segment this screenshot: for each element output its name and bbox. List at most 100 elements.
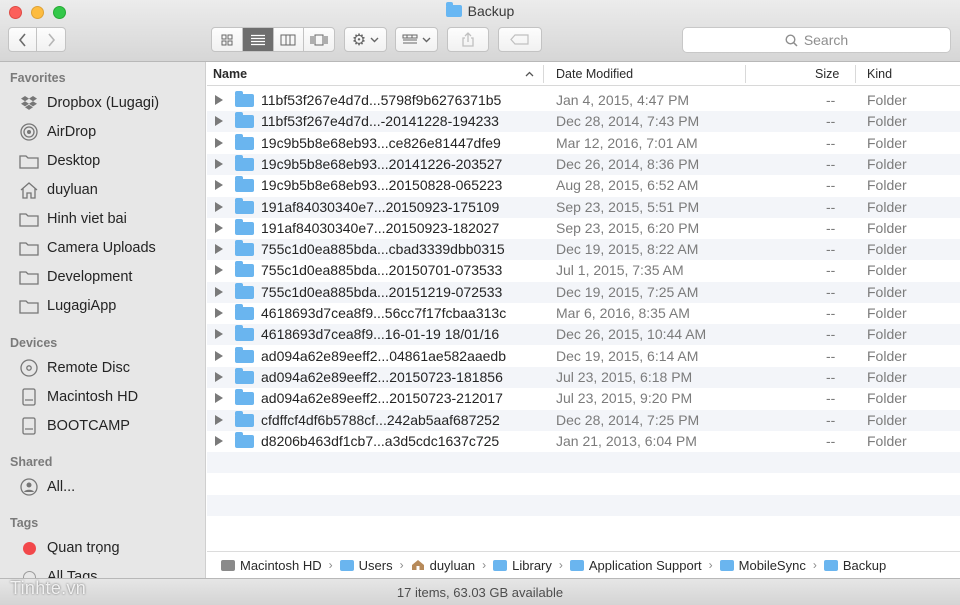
file-kind: Folder [867,113,907,130]
file-row[interactable]: cfdffcf4df6b5788cf...242ab5aaf687252 Dec … [207,409,960,431]
disclosure-triangle-icon[interactable] [215,350,223,361]
home-icon [411,560,424,570]
sidebar-item-development[interactable]: Development [19,266,132,288]
folder-icon [235,133,254,150]
disclosure-triangle-icon[interactable] [215,371,223,382]
path-item-macintosh-hd[interactable]: Macintosh HD [221,558,322,573]
file-row[interactable]: 19c9b5b8e68eb93...ce826e81447dfe9 Mar 12,… [207,133,960,154]
icon-view-button[interactable] [212,28,243,51]
sidebar-item-duyluan[interactable]: duyluan [19,179,98,201]
file-row[interactable]: 755c1d0ea885bda...cbad3339dbb0315 Dec 19,… [207,239,960,261]
path-item-users[interactable]: Users [339,558,393,573]
column-header-name[interactable]: Name [213,62,247,86]
tag-button[interactable] [498,27,542,52]
disclosure-triangle-icon[interactable] [215,414,223,425]
path-item-mobilesync[interactable]: MobileSync [719,558,806,573]
chevron-right-icon [48,32,56,47]
hard-drive-icon [19,387,39,407]
file-row[interactable]: 19c9b5b8e68eb93...20150828-065223 Aug 28,… [207,175,960,196]
sidebar-item-macintosh-hd[interactable]: Macintosh HD [19,386,138,408]
disclosure-triangle-icon[interactable] [215,116,223,127]
file-size: -- [826,283,836,300]
file-row[interactable]: 191af84030340e7...20150923-182027 Sep 23,… [207,218,960,239]
disclosure-triangle-icon[interactable] [215,244,223,255]
file-row[interactable]: ad094a62e89eeff2...04861ae582aaedb Dec 19… [207,346,960,367]
disclosure-triangle-icon[interactable] [215,158,223,169]
sidebar-item-camera-uploads[interactable]: Camera Uploads [19,237,156,259]
disclosure-triangle-icon[interactable] [215,222,223,233]
file-kind: Folder [867,283,907,300]
disclosure-triangle-icon[interactable] [215,95,223,105]
file-row[interactable]: 755c1d0ea885bda...20151219-072533 Dec 19,… [207,281,960,303]
disclosure-triangle-icon[interactable] [215,201,223,212]
disclosure-triangle-icon[interactable] [215,137,223,148]
file-size: -- [826,347,836,364]
arrange-button[interactable] [395,27,438,52]
folder-icon [823,559,838,571]
file-size: -- [826,241,836,258]
disclosure-triangle-icon[interactable] [215,180,223,191]
disclosure-triangle-icon[interactable] [215,308,223,318]
sidebar-item-hinh-viet-bai[interactable]: Hinh viet bai [19,208,127,230]
column-view-button[interactable] [274,28,305,51]
toolbar: Backup ⚙ Search [0,0,960,62]
column-header-kind[interactable]: Kind [867,62,892,86]
file-row[interactable]: ad094a62e89eeff2...20150723-212017 Jul 23… [207,388,960,409]
sidebar-item-airdrop[interactable]: AirDrop [19,121,96,143]
back-button[interactable] [8,27,37,52]
column-divider[interactable] [855,65,856,83]
file-row[interactable]: 4618693d7cea8f9...56cc7f17fcbaa313c Mar 6… [207,303,960,324]
sidebar-item-lugagiapp[interactable]: LugagiApp [19,295,116,317]
chevron-right-icon: › [558,558,563,572]
folder-icon [235,431,254,448]
file-row[interactable]: 191af84030340e7...20150923-175109 Sep 23,… [207,196,960,218]
folder-icon [445,2,462,17]
file-size: -- [826,134,836,151]
file-row[interactable]: 755c1d0ea885bda...20150701-073533 Jul 1, … [207,260,960,281]
disclosure-triangle-icon[interactable] [215,329,223,340]
sidebar-item-dropbox[interactable]: Dropbox (Lugagi) [19,92,159,114]
file-row[interactable]: ad094a62e89eeff2...20150723-181856 Jul 23… [207,366,960,388]
list-view-button[interactable] [242,28,274,51]
file-name: 19c9b5b8e68eb93...ce826e81447dfe9 [261,134,501,151]
cover-flow-icon [310,34,328,45]
file-row[interactable]: d8206b463df1cb7...a3d5cdc1637c725 Jan 21,… [207,431,960,452]
search-field[interactable]: Search [682,27,951,53]
home-icon [19,180,39,200]
disclosure-triangle-icon[interactable] [215,286,223,297]
chevron-right-icon: › [812,558,817,572]
disclosure-triangle-icon[interactable] [215,393,223,404]
folder-icon [235,91,254,107]
action-menu-button[interactable]: ⚙ [344,27,387,52]
path-item-duyluan[interactable]: duyluan [411,558,475,573]
empty-row [207,452,960,474]
sidebar-item-tag-quan-trong[interactable]: Quan trọng [19,537,120,559]
folder-icon [235,282,254,299]
file-row[interactable]: 11bf53f267e4d7d...-20141228-194233 Dec 28… [207,111,960,133]
column-header-date[interactable]: Date Modified [556,62,633,86]
column-header-size[interactable]: Size [815,62,839,86]
sidebar-item-all-shared[interactable]: All... [19,476,75,498]
disclosure-triangle-icon[interactable] [215,265,223,276]
file-row[interactable]: 19c9b5b8e68eb93...20141226-203527 Dec 26,… [207,153,960,175]
folder-icon [719,559,734,571]
path-item-application-support[interactable]: Application Support [569,558,702,573]
folder-icon [19,238,39,258]
sidebar-item-bootcamp[interactable]: BOOTCAMP [19,415,130,437]
sidebar-item-remote-disc[interactable]: Remote Disc [19,357,130,379]
file-row[interactable]: 4618693d7cea8f9...16-01-19 18/01/16 Dec 2… [207,324,960,346]
file-row[interactable]: 11bf53f267e4d7d...5798f9b6276371b5 Jan 4,… [207,90,960,111]
file-size: -- [826,198,836,215]
dropbox-icon [19,93,39,113]
cover-flow-button[interactable] [304,28,334,51]
empty-row [207,473,960,494]
sidebar-item-all-tags[interactable]: All Tags... [19,566,110,578]
column-divider[interactable] [543,65,544,83]
share-button[interactable] [447,27,489,52]
column-divider[interactable] [745,65,746,83]
forward-button[interactable] [37,27,66,52]
disclosure-triangle-icon[interactable] [215,435,223,446]
path-item-library[interactable]: Library [493,558,552,573]
path-item-backup[interactable]: Backup [823,558,886,573]
sidebar-item-desktop[interactable]: Desktop [19,150,100,172]
